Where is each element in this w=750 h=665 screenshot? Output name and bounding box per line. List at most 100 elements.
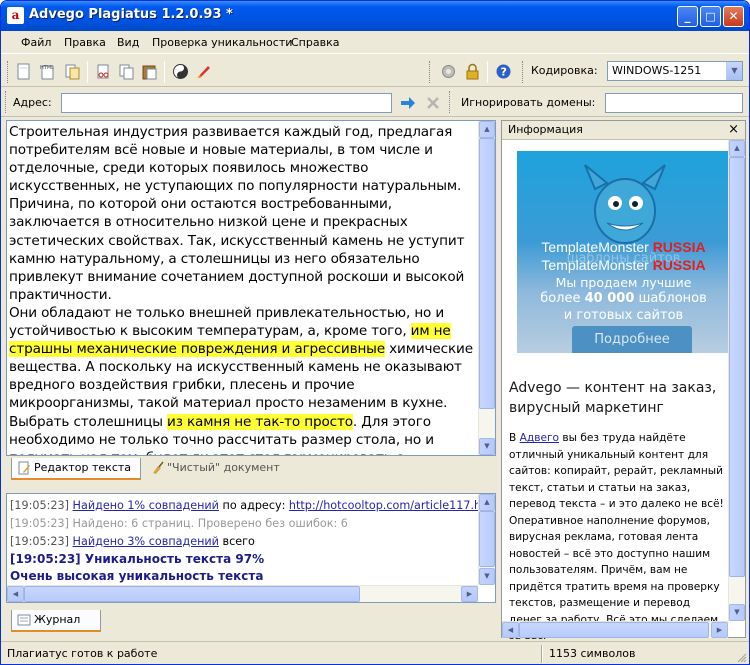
banner-line-3: и готовых сайтов <box>563 308 684 323</box>
toolbar-grip[interactable] <box>449 91 452 113</box>
go-arrow-icon[interactable] <box>400 95 416 111</box>
svg-text:?: ? <box>501 66 507 79</box>
title-bar[interactable]: a Advego Plagiatus 1.2.0.93 * _ □ ✕ <box>1 1 749 31</box>
tab-journal-label: Журнал <box>34 613 81 626</box>
info-header: Информация × <box>502 121 745 140</box>
banner-line-1: Мы продаем лучшие <box>555 275 692 290</box>
info-description: В Адвего вы без труда найдёте отличный у… <box>509 432 724 642</box>
resize-grip-icon[interactable] <box>735 651 747 663</box>
scroll-down-icon[interactable]: ▼ <box>479 568 495 585</box>
menu-file[interactable]: Файл <box>21 36 51 49</box>
help-icon[interactable]: ? <box>495 63 512 80</box>
main-window: a Advego Plagiatus 1.2.0.93 * _ □ ✕ Файл… <box>0 0 750 665</box>
char-count: 1153 символов <box>549 647 636 660</box>
log-link-total[interactable]: Найдено 3% совпадений <box>73 535 219 548</box>
menu-check-uniqueness[interactable]: Проверка уникальности <box>152 36 292 49</box>
menu-edit[interactable]: Правка <box>64 36 106 49</box>
scroll-thumb[interactable] <box>479 511 495 567</box>
log-panel[interactable]: [19:05:23] Найдено 1% совпадений по адре… <box>6 493 496 603</box>
scroll-right-icon[interactable]: ▶ <box>711 622 728 638</box>
tab-text-editor-label: Редактор текста <box>34 461 132 474</box>
maximize-button[interactable]: □ <box>700 6 721 27</box>
scroll-thumb[interactable] <box>519 622 709 638</box>
scroll-up-icon[interactable]: ▲ <box>479 121 495 138</box>
encoding-value: WINDOWS-1251 <box>612 64 702 77</box>
log-uniqueness: [19:05:23] Уникальность текста 97% <box>10 552 265 566</box>
log-hscrollbar[interactable]: ◀ ▶ <box>7 585 478 602</box>
minimize-button[interactable]: _ <box>677 6 698 27</box>
cut-icon[interactable] <box>95 63 112 80</box>
scroll-down-icon[interactable]: ▼ <box>729 604 745 621</box>
yin-yang-icon[interactable] <box>172 63 189 80</box>
toolbar-separator <box>164 61 165 83</box>
info-headline: Advego — контент на заказ, вирусный марк… <box>509 380 717 416</box>
toolbar-grip[interactable] <box>522 61 525 83</box>
toolbar-separator <box>487 61 488 83</box>
text-editor[interactable]: Строительная индустрия развивается кажды… <box>6 120 496 456</box>
status-separator <box>541 645 543 663</box>
banner-more-button[interactable]: Подробнее <box>572 326 692 353</box>
scroll-thumb[interactable] <box>24 586 360 602</box>
log-link-matches[interactable]: Найдено 1% совпадений <box>73 499 219 512</box>
toolbar-grip[interactable] <box>5 91 8 113</box>
address-input[interactable] <box>61 93 392 113</box>
svg-text:HTML: HTML <box>40 65 54 71</box>
broom-icon <box>153 461 164 474</box>
chevron-down-icon[interactable]: ▼ <box>726 62 742 80</box>
toolbar-separator <box>87 61 88 83</box>
log-tabs: Журнал <box>6 606 496 636</box>
journal-icon <box>17 614 31 626</box>
log-link-url[interactable]: http://hotcooltop.com/article117.ht <box>289 499 486 512</box>
editor-content[interactable]: Строительная индустрия развивается кажды… <box>9 123 475 455</box>
tab-text-editor[interactable]: Редактор текста <box>11 458 141 480</box>
tab-clean-document[interactable]: "Чистый" документ <box>145 458 295 480</box>
toolbar-grip[interactable] <box>429 61 432 83</box>
copy-icon[interactable] <box>118 63 135 80</box>
toolbar-grip[interactable] <box>7 61 10 83</box>
log-vscrollbar[interactable]: ▲ ▼ <box>478 494 495 585</box>
rocket-icon[interactable] <box>195 63 212 80</box>
log-time: [19:05:23] <box>10 535 69 548</box>
scroll-left-icon[interactable]: ◀ <box>7 586 24 602</box>
settings-icon[interactable] <box>440 63 457 80</box>
status-message: Плагиатус готов к работе <box>7 647 158 660</box>
scroll-up-icon[interactable]: ▲ <box>729 140 745 157</box>
log-text: всего <box>218 535 255 548</box>
encoding-label: Кодировка: <box>531 64 598 77</box>
status-bar: Плагиатус готов к работе 1153 символов <box>1 641 749 664</box>
scroll-right-icon[interactable]: ▶ <box>461 586 478 602</box>
scroll-left-icon[interactable]: ◀ <box>502 622 519 638</box>
tab-journal[interactable]: Журнал <box>11 610 101 632</box>
info-vscrollbar[interactable]: ▲ ▼ <box>728 140 745 621</box>
ad-banner[interactable]: TemplateMonster RUSSIA TemplateMonster R… <box>517 151 730 353</box>
info-hscrollbar[interactable]: ◀ ▶ <box>502 621 728 638</box>
log-line: [19:05:23] Найдено: 6 страниц. Проверено… <box>10 517 348 530</box>
clear-x-icon[interactable] <box>425 95 441 111</box>
paste-icon[interactable] <box>141 63 158 80</box>
html-icon[interactable]: HTML <box>39 63 56 80</box>
address-label: Адрес: <box>13 96 52 109</box>
menu-view[interactable]: Вид <box>117 36 139 49</box>
advego-link[interactable]: Адвего <box>520 432 559 444</box>
menu-help[interactable]: Справка <box>291 36 339 49</box>
paragraph-2-start: Они обладают не только внешней привлекат… <box>9 304 445 340</box>
info-panel: Информация × TemplateMonster RUSSIA Temp… <box>501 120 746 642</box>
highlight-match: из камня не так-то просто <box>167 413 353 430</box>
monster-logo-icon <box>584 164 666 244</box>
encoding-select[interactable]: WINDOWS-1251 ▼ <box>607 61 743 81</box>
lock-icon[interactable] <box>464 63 481 80</box>
ignore-domains-input[interactable] <box>605 93 743 113</box>
toolbar: HTML ? Кодировка: WINDOWS-1251 ▼ <box>1 55 749 87</box>
close-icon[interactable]: × <box>728 121 739 139</box>
scroll-thumb[interactable] <box>479 138 495 409</box>
new-document-icon[interactable] <box>15 63 32 80</box>
info-title: Информация <box>508 123 583 136</box>
app-icon: a <box>7 7 24 24</box>
close-button[interactable]: ✕ <box>723 6 744 27</box>
scroll-up-icon[interactable]: ▲ <box>479 494 495 511</box>
open-icon[interactable] <box>64 63 81 80</box>
scroll-thumb[interactable] <box>729 157 745 577</box>
scroll-down-icon[interactable]: ▼ <box>479 438 495 455</box>
menu-bar: Файл Правка Вид Проверка уникальности Сп… <box>1 32 749 54</box>
editor-scrollbar[interactable]: ▲ ▼ <box>478 121 495 455</box>
